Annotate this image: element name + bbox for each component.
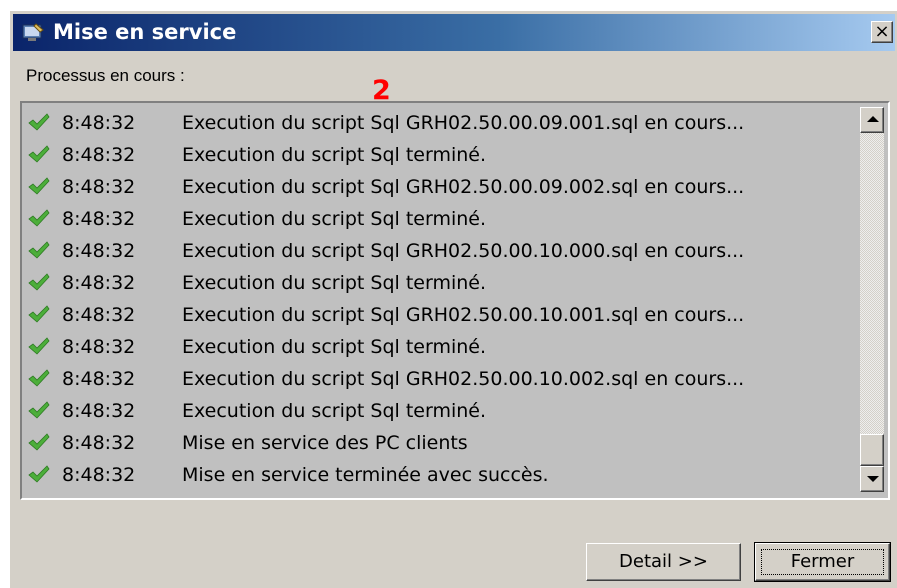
log-entry: 8:48:32 Mise en service des PC clients (24, 427, 854, 459)
detail-button[interactable]: Detail >> (586, 543, 741, 581)
log-entry: 8:48:32 Execution du script Sql terminé. (24, 203, 854, 235)
scroll-up-button[interactable] (860, 107, 884, 133)
log-message: Execution du script Sql terminé. (182, 336, 487, 358)
checkmark-icon (28, 465, 50, 483)
vertical-scrollbar[interactable] (860, 107, 884, 492)
log-entry: 8:48:32 Execution du script Sql GRH02.50.… (24, 107, 854, 139)
checkmark-icon (28, 401, 50, 419)
log-message: Execution du script Sql GRH02.50.00.09.0… (182, 112, 745, 134)
log-message: Execution du script Sql terminé. (182, 272, 487, 294)
log-time: 8:48:32 (62, 144, 136, 166)
checkmark-icon (28, 145, 50, 163)
log-message: Mise en service terminée avec succès. (182, 464, 549, 486)
log-entry: 8:48:32 Execution du script Sql terminé. (24, 331, 854, 363)
checkmark-icon (28, 113, 50, 131)
log-time: 8:48:32 (62, 272, 136, 294)
checkmark-icon (28, 209, 50, 227)
focus-rectangle (761, 549, 884, 575)
log-message: Execution du script Sql GRH02.50.00.09.0… (182, 176, 745, 198)
log-entry: 8:48:32 Execution du script Sql GRH02.50.… (24, 363, 854, 395)
log-time: 8:48:32 (62, 112, 136, 134)
checkmark-icon (28, 337, 50, 355)
log-time: 8:48:32 (62, 464, 136, 486)
checkmark-icon (28, 177, 50, 195)
log-time: 8:48:32 (62, 400, 136, 422)
log-message: Execution du script Sql GRH02.50.00.10.0… (182, 240, 745, 262)
log-entry: 8:48:32 Execution du script Sql terminé. (24, 267, 854, 299)
setup-dialog: Mise en service × Processus en cours : 2… (9, 10, 897, 588)
window-title: Mise en service (53, 20, 237, 44)
log-message: Execution du script Sql terminé. (182, 144, 487, 166)
log-entry: 8:48:32 Execution du script Sql GRH02.50.… (24, 171, 854, 203)
log-time: 8:48:32 (62, 304, 136, 326)
log-time: 8:48:32 (62, 368, 136, 390)
close-button[interactable]: Fermer (755, 543, 890, 581)
process-label: Processus en cours : (26, 66, 185, 85)
checkmark-icon (28, 305, 50, 323)
log-message: Execution du script Sql terminé. (182, 208, 487, 230)
arrow-up-icon (867, 116, 879, 122)
close-button-frame: Fermer (754, 542, 891, 582)
scroll-thumb[interactable] (860, 434, 884, 466)
log-time: 8:48:32 (62, 176, 136, 198)
arrow-down-icon (867, 476, 879, 482)
title-bar[interactable]: Mise en service × (13, 14, 895, 51)
checkmark-icon (28, 433, 50, 451)
setup-app-icon (22, 23, 44, 41)
log-message: Execution du script Sql GRH02.50.00.10.0… (182, 368, 745, 390)
log-time: 8:48:32 (62, 432, 136, 454)
log-message: Mise en service des PC clients (182, 432, 468, 454)
log-time: 8:48:32 (62, 240, 136, 262)
checkmark-icon (28, 369, 50, 387)
checkmark-icon (28, 241, 50, 259)
log-entry: 8:48:32 Execution du script Sql GRH02.50.… (24, 235, 854, 267)
scroll-down-button[interactable] (860, 466, 884, 492)
close-window-button[interactable]: × (871, 21, 893, 43)
log-entry: 8:48:32 Mise en service terminée avec suc… (24, 459, 854, 491)
checkmark-icon (28, 273, 50, 291)
log-entry: 8:48:32 Execution du script Sql GRH02.50.… (24, 299, 854, 331)
log-message: Execution du script Sql GRH02.50.00.10.0… (182, 304, 745, 326)
process-log: 8:48:32 Execution du script Sql GRH02.50.… (20, 101, 890, 500)
log-time: 8:48:32 (62, 208, 136, 230)
log-time: 8:48:32 (62, 336, 136, 358)
log-message: Execution du script Sql terminé. (182, 400, 487, 422)
log-entry: 8:48:32 Execution du script Sql terminé. (24, 139, 854, 171)
log-list: 8:48:32 Execution du script Sql GRH02.50.… (24, 107, 854, 492)
log-entry: 8:48:32 Execution du script Sql terminé. (24, 395, 854, 427)
